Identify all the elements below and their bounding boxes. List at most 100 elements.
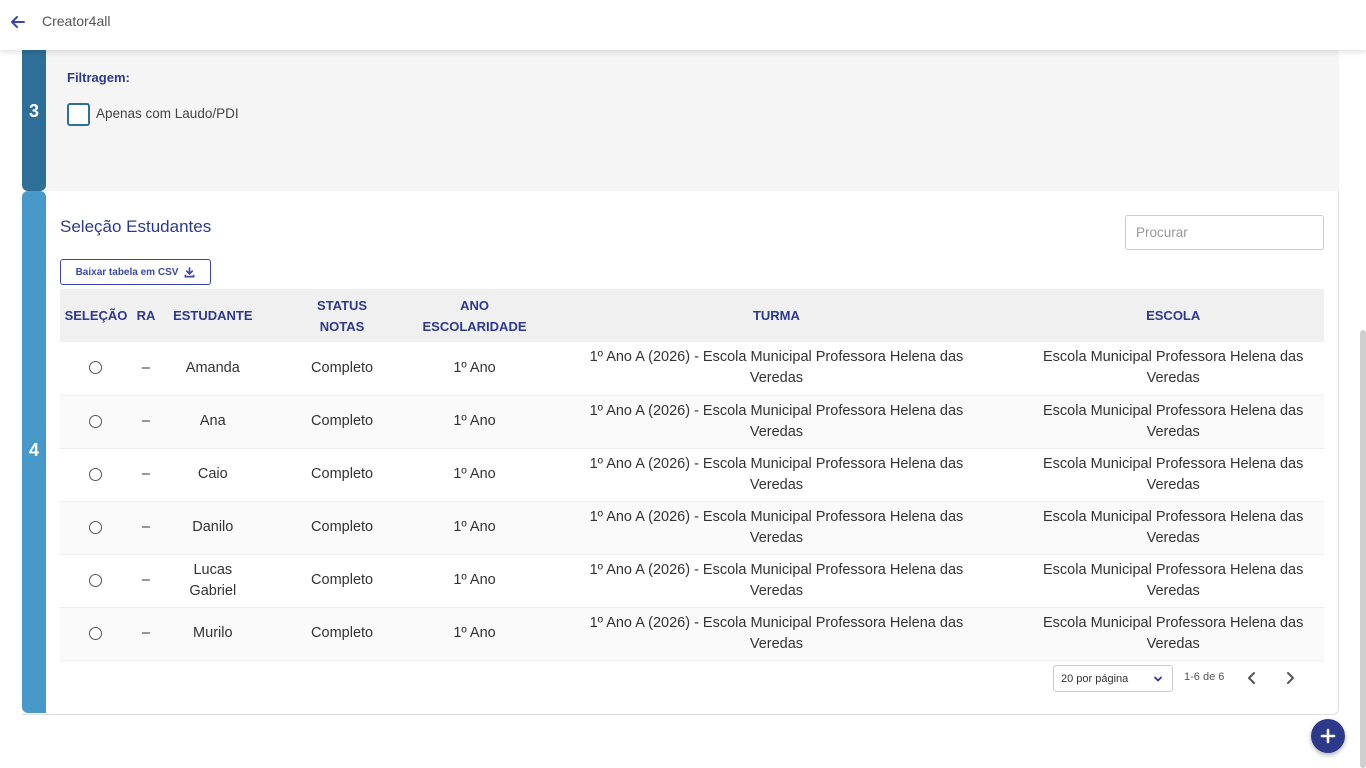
selection-cell: [60, 501, 132, 554]
column-header-turma[interactable]: TURMA: [531, 289, 1023, 342]
next-page-button[interactable]: [1282, 669, 1298, 687]
add-fab-button[interactable]: [1311, 719, 1345, 753]
selection-cell: [60, 395, 132, 448]
escola-cell: Escola Municipal Professora Helena das V…: [1043, 508, 1304, 546]
student-cell: Ana: [199, 413, 226, 429]
download-csv-label: Baixar tabela em CSV: [75, 266, 179, 278]
column-header-estudante[interactable]: ESTUDANTE: [160, 289, 266, 342]
escola-cell: Escola Municipal Professora Helena das V…: [1043, 614, 1304, 652]
select-student-radio[interactable]: [89, 414, 103, 428]
turma-text: 1º Ano A (2026) - Escola Municipal Profe…: [589, 402, 964, 440]
students-table: SELEÇÃO RA ESTUDANTE STATUS NOTAS ANO ES…: [60, 289, 1324, 661]
chevron-down-icon: [1154, 676, 1162, 682]
select-student-radio[interactable]: [89, 520, 103, 534]
per-page-select[interactable]: 20 por página: [1053, 665, 1173, 692]
table-row: – Danilo Completo 1º Ano 1º Ano A (2026)…: [60, 501, 1324, 554]
ra-cell: –: [141, 625, 150, 641]
ra-cell: –: [141, 519, 150, 535]
download-icon: [184, 266, 195, 277]
student-cell: Caio: [197, 466, 228, 482]
turma-text: 1º Ano A (2026) - Escola Municipal Profe…: [589, 561, 964, 599]
turma-cell: 1º Ano A (2026) - Escola Municipal Profe…: [531, 342, 1023, 395]
status-cell: Completo: [311, 359, 374, 376]
status-cell: Completo: [311, 572, 374, 588]
selection-cell: [60, 607, 132, 660]
turma-cell: 1º Ano A (2026) - Escola Municipal Profe…: [531, 395, 1023, 448]
pagination-range: 1-6 de 6: [1184, 671, 1225, 683]
table-row: – Lucas Gabriel Completo 1º Ano 1º Ano A…: [60, 554, 1324, 607]
select-student-radio[interactable]: [89, 573, 103, 587]
ra-cell: –: [141, 413, 150, 429]
select-student-radio[interactable]: [89, 467, 103, 481]
plus-icon: [1320, 728, 1336, 744]
turma-cell: 1º Ano A (2026) - Escola Municipal Profe…: [531, 501, 1023, 554]
status-cell: Completo: [311, 466, 374, 482]
search-input[interactable]: [1125, 215, 1324, 250]
column-header-status-notas[interactable]: STATUS NOTAS: [266, 289, 419, 342]
laudo-pdi-checkbox[interactable]: [67, 103, 90, 126]
student-name: Lucas Gabriel: [189, 561, 237, 599]
section-title: Seleção Estudantes: [60, 217, 212, 236]
turma-cell: 1º Ano A (2026) - Escola Municipal Profe…: [531, 448, 1023, 501]
previous-page-button[interactable]: [1244, 669, 1260, 687]
column-header-ra[interactable]: RA: [132, 289, 160, 342]
step-4-bar: 4: [22, 191, 46, 713]
app-title: Creator4all: [42, 13, 111, 29]
column-header-escola[interactable]: ESCOLA: [1022, 289, 1324, 342]
ra-cell: –: [141, 359, 150, 376]
selection-cell: [60, 554, 132, 607]
step-4-number: 4: [28, 440, 39, 460]
table-header-row: SELEÇÃO RA ESTUDANTE STATUS NOTAS ANO ES…: [60, 289, 1324, 342]
escola-cell: Escola Municipal Professora Helena das V…: [1043, 561, 1304, 599]
ano-cell: 1º Ano: [453, 519, 496, 535]
student-cell: Amanda: [185, 359, 240, 376]
select-student-radio[interactable]: [89, 626, 103, 640]
step-3-card: 3 Filtragem: Apenas com Laudo/PDI: [22, 50, 1339, 191]
top-bar: Creator4all: [0, 0, 1366, 50]
step-3-bar: 3: [22, 50, 46, 191]
per-page-value: 20 por página: [1061, 672, 1129, 685]
status-notas-text: STATUS NOTAS: [317, 297, 368, 334]
student-cell: Murilo: [193, 625, 233, 641]
laudo-pdi-checkbox-label[interactable]: Apenas com Laudo/PDI: [96, 106, 239, 121]
chevron-right-icon: [1287, 672, 1294, 684]
status-cell: Completo: [311, 413, 374, 429]
chevron-left-icon: [1248, 672, 1255, 684]
turma-text: 1º Ano A (2026) - Escola Municipal Profe…: [589, 614, 964, 652]
filter-label: Filtragem:: [67, 70, 130, 85]
select-student-radio[interactable]: [89, 361, 103, 375]
table-row: – Caio Completo 1º Ano 1º Ano A (2026) -…: [60, 448, 1324, 501]
status-cell: Completo: [311, 519, 374, 535]
turma-text: 1º Ano A (2026) - Escola Municipal Profe…: [589, 349, 964, 387]
escola-cell: Escola Municipal Professora Helena das V…: [1043, 402, 1304, 440]
student-cell: Danilo: [192, 519, 234, 535]
column-header-ano-escolaridade[interactable]: ANO ESCOLARIDADE: [419, 289, 531, 342]
ano-cell: 1º Ano: [453, 359, 496, 376]
turma-text: 1º Ano A (2026) - Escola Municipal Profe…: [589, 508, 964, 546]
arrow-left-icon: [11, 16, 25, 28]
selection-cell: [60, 342, 132, 395]
page-scrollbar[interactable]: [1360, 330, 1366, 768]
table-row: – Murilo Completo 1º Ano 1º Ano A (2026)…: [60, 607, 1324, 660]
escola-cell: Escola Municipal Professora Helena das V…: [1043, 349, 1304, 387]
ano-cell: 1º Ano: [453, 466, 496, 482]
selection-cell: [60, 448, 132, 501]
column-header-selecao[interactable]: SELEÇÃO: [60, 289, 132, 342]
status-cell: Completo: [311, 625, 374, 641]
student-cell: Lucas Gabriel: [160, 554, 266, 607]
turma-cell: 1º Ano A (2026) - Escola Municipal Profe…: [531, 554, 1023, 607]
ano-cell: 1º Ano: [453, 625, 496, 641]
step-4-card: 4 Seleção Estudantes Baixar tabela em CS…: [22, 191, 1339, 715]
turma-text: 1º Ano A (2026) - Escola Municipal Profe…: [589, 455, 964, 493]
escola-cell: Escola Municipal Professora Helena das V…: [1043, 455, 1304, 493]
back-button[interactable]: [8, 12, 28, 32]
table-row: – Ana Completo 1º Ano 1º Ano A (2026) - …: [60, 395, 1324, 448]
ra-cell: –: [141, 466, 150, 482]
ra-cell: –: [141, 572, 150, 588]
step-3-number: 3: [28, 101, 39, 121]
ano-cell: 1º Ano: [453, 572, 496, 588]
turma-cell: 1º Ano A (2026) - Escola Municipal Profe…: [531, 607, 1023, 660]
table-row: – Amanda Completo 1º Ano 1º Ano A (2026)…: [60, 342, 1324, 395]
ano-cell: 1º Ano: [453, 413, 496, 429]
download-csv-button[interactable]: Baixar tabela em CSV: [60, 259, 211, 285]
